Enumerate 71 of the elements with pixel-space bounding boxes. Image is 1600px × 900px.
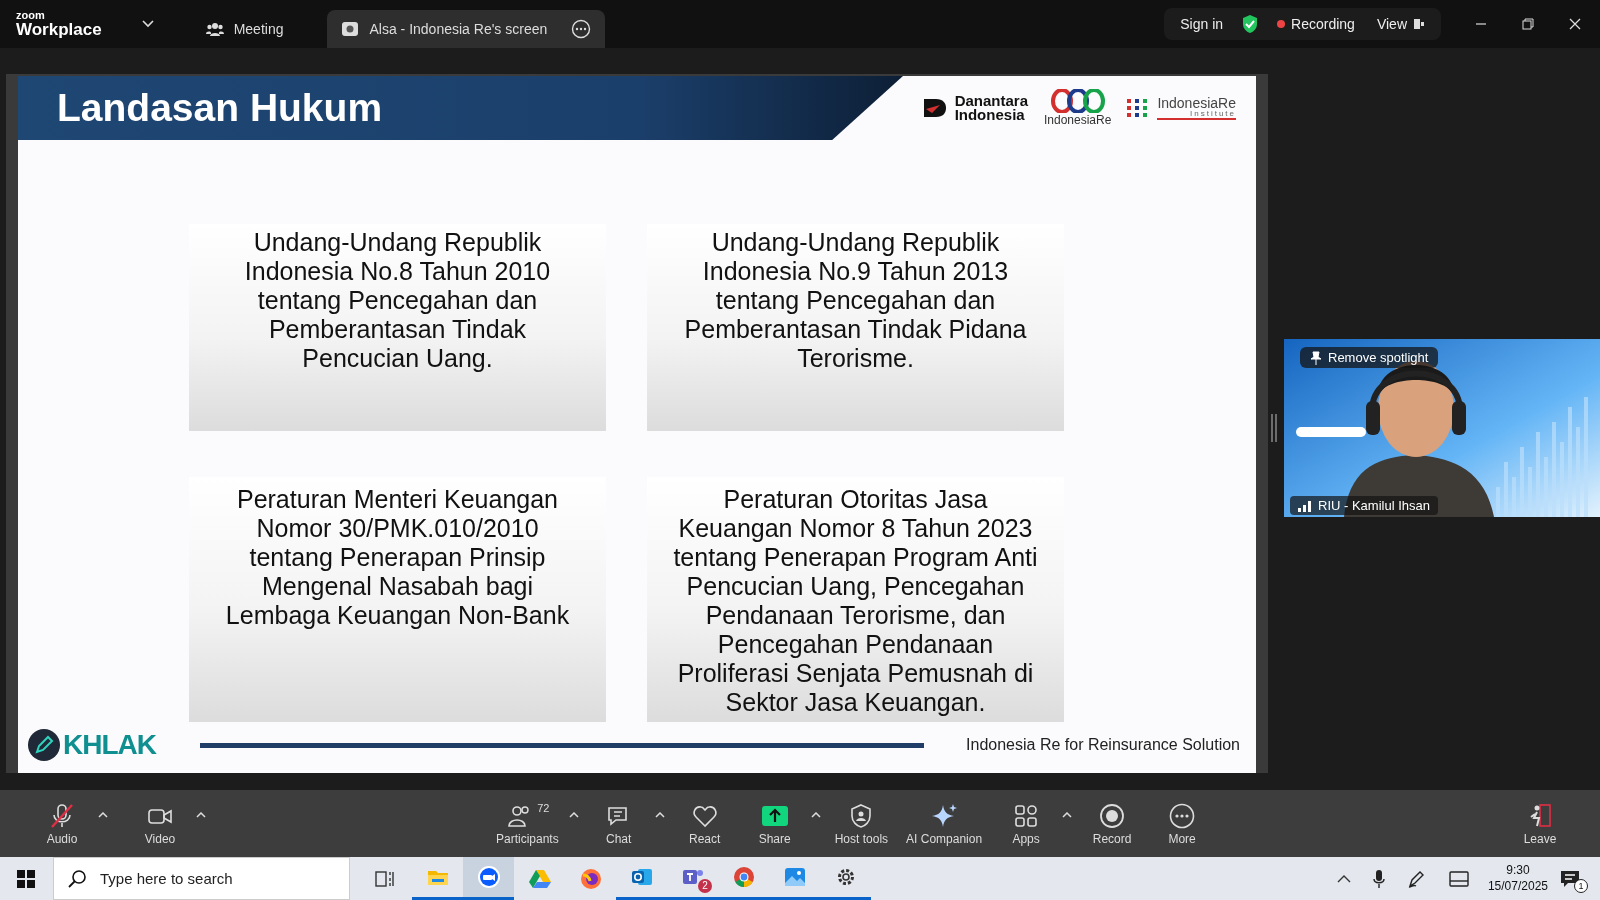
- signal-icon: [1298, 499, 1312, 512]
- chevron-up-icon[interactable]: [1336, 873, 1351, 884]
- tab[interactable]: Meeting: [191, 10, 298, 48]
- caret-icon[interactable]: [810, 811, 821, 818]
- rings-logo-icon: [1049, 89, 1106, 113]
- more-icon[interactable]: [571, 19, 592, 39]
- law-text: Undang-Undang Republik Indonesia No.8 Tahun 2010 tentang Pencegahan dan Pemberantasan Tindak Pencucian Uang.: [243, 228, 552, 373]
- tab[interactable]: Alsa - Indonesia Re's screen: [327, 10, 606, 48]
- pin-icon: [1310, 350, 1322, 365]
- taskbar-app[interactable]: 2: [667, 857, 718, 900]
- toolbar-button[interactable]: Chat: [588, 799, 649, 848]
- taskbar-app[interactable]: [463, 857, 514, 900]
- remove-spotlight-button[interactable]: Remove spotlight: [1300, 347, 1439, 368]
- more-icon: [1168, 801, 1197, 830]
- law-text: Peraturan Menteri Keuangan Nomor 30/PMK.010/2010 tentang Penerapan Prinsip Mengenal Nasabah bagi Lembaga Keuangan Non-Bank: [224, 485, 571, 630]
- toolbar-button[interactable]: React: [674, 799, 735, 848]
- akhlak-logo: KHLAK: [63, 729, 156, 761]
- participant-name-label: RIU - Kamilul Ihsan: [1290, 496, 1438, 515]
- toolbar-button[interactable]: Host tools: [830, 799, 893, 848]
- toolbar-button[interactable]: Apps: [996, 799, 1057, 848]
- toolbar-button[interactable]: Record: [1082, 799, 1143, 848]
- chevron-down-icon[interactable]: [141, 20, 154, 28]
- microphone-icon[interactable]: [1372, 868, 1385, 889]
- law-text: Undang-Undang Republik Indonesia No.9 Tahun 2013 tentang Pencegahan dan Pemberantasan Tindak Pidana Terorisme.: [683, 228, 1028, 373]
- close-icon[interactable]: [1568, 17, 1582, 31]
- dot-grid-icon: [1127, 99, 1150, 117]
- caret-icon[interactable]: [1062, 811, 1073, 818]
- danantara-logo: Danantara Indonesia: [954, 93, 1028, 123]
- toolbar-button[interactable]: Video: [130, 799, 190, 848]
- keyboard-icon[interactable]: [1448, 870, 1469, 887]
- notification-icon: [1560, 869, 1580, 888]
- caret-icon[interactable]: [654, 811, 665, 818]
- toolbar-button[interactable]: AI Companion: [902, 799, 987, 848]
- shield-check-icon: [1241, 14, 1260, 34]
- institute-logo: IndonesiaRe Institute: [1157, 96, 1236, 120]
- pencil-badge-icon: [27, 728, 61, 762]
- toolbar-button[interactable]: More: [1152, 799, 1213, 848]
- notification-button[interactable]: 1: [1560, 866, 1586, 891]
- indonesiare-logo-text: IndonesiaRe: [1044, 113, 1112, 127]
- app-logo: zoom Workplace: [16, 10, 102, 38]
- layout-icon: [1413, 18, 1425, 30]
- restore-icon[interactable]: [1521, 17, 1535, 31]
- danantara-logo-icon: [922, 97, 947, 119]
- record-icon: [1098, 801, 1127, 830]
- video-camera-icon: [476, 865, 501, 889]
- toolbar-button[interactable]: Share: [744, 799, 805, 848]
- slide-title: Landasan Hukum: [57, 86, 383, 130]
- browser-icon: [731, 865, 756, 889]
- task-view-icon[interactable]: [375, 869, 395, 888]
- recording-indicator[interactable]: Recording: [1273, 12, 1359, 36]
- leave-button[interactable]: Leave: [1510, 799, 1570, 848]
- fox-logo-icon: [578, 866, 603, 891]
- search-field[interactable]: Type here to search: [53, 857, 350, 900]
- photo-icon: [782, 865, 807, 889]
- splitter-handle[interactable]: [1271, 414, 1277, 442]
- caret-icon[interactable]: [98, 811, 108, 818]
- search-icon: [67, 869, 87, 889]
- windows-start-icon[interactable]: [17, 869, 35, 888]
- caret-icon[interactable]: [568, 811, 579, 818]
- clock[interactable]: 9:30 15/07/2025: [1487, 862, 1548, 895]
- people-icon: [205, 21, 224, 37]
- notification-badge: 2: [698, 879, 712, 893]
- screen-share-icon: [341, 21, 360, 37]
- toolbar-button[interactable]: Audio: [32, 799, 92, 848]
- view-button[interactable]: View: [1372, 12, 1429, 36]
- caret-icon[interactable]: [196, 811, 206, 818]
- microphone-icon: [48, 801, 76, 830]
- tagline: Indonesia Re for Reinsurance Solution: [966, 736, 1240, 754]
- law-text: Peraturan Otoritas Jasa Keuangan Nomor 8 Tahun 2023 tentang Penerapan Program Anti Pencucian Uang, Pencegahan Pendanaan Terorisme, dan Pencegahan Pendanaan Proliferasi Senjata Pemusnah di Sektor Jasa Keuangan.: [672, 485, 1039, 717]
- sign-in-button[interactable]: Sign in: [1176, 12, 1228, 36]
- toolbar-button[interactable]: 72 Participants: [492, 799, 563, 848]
